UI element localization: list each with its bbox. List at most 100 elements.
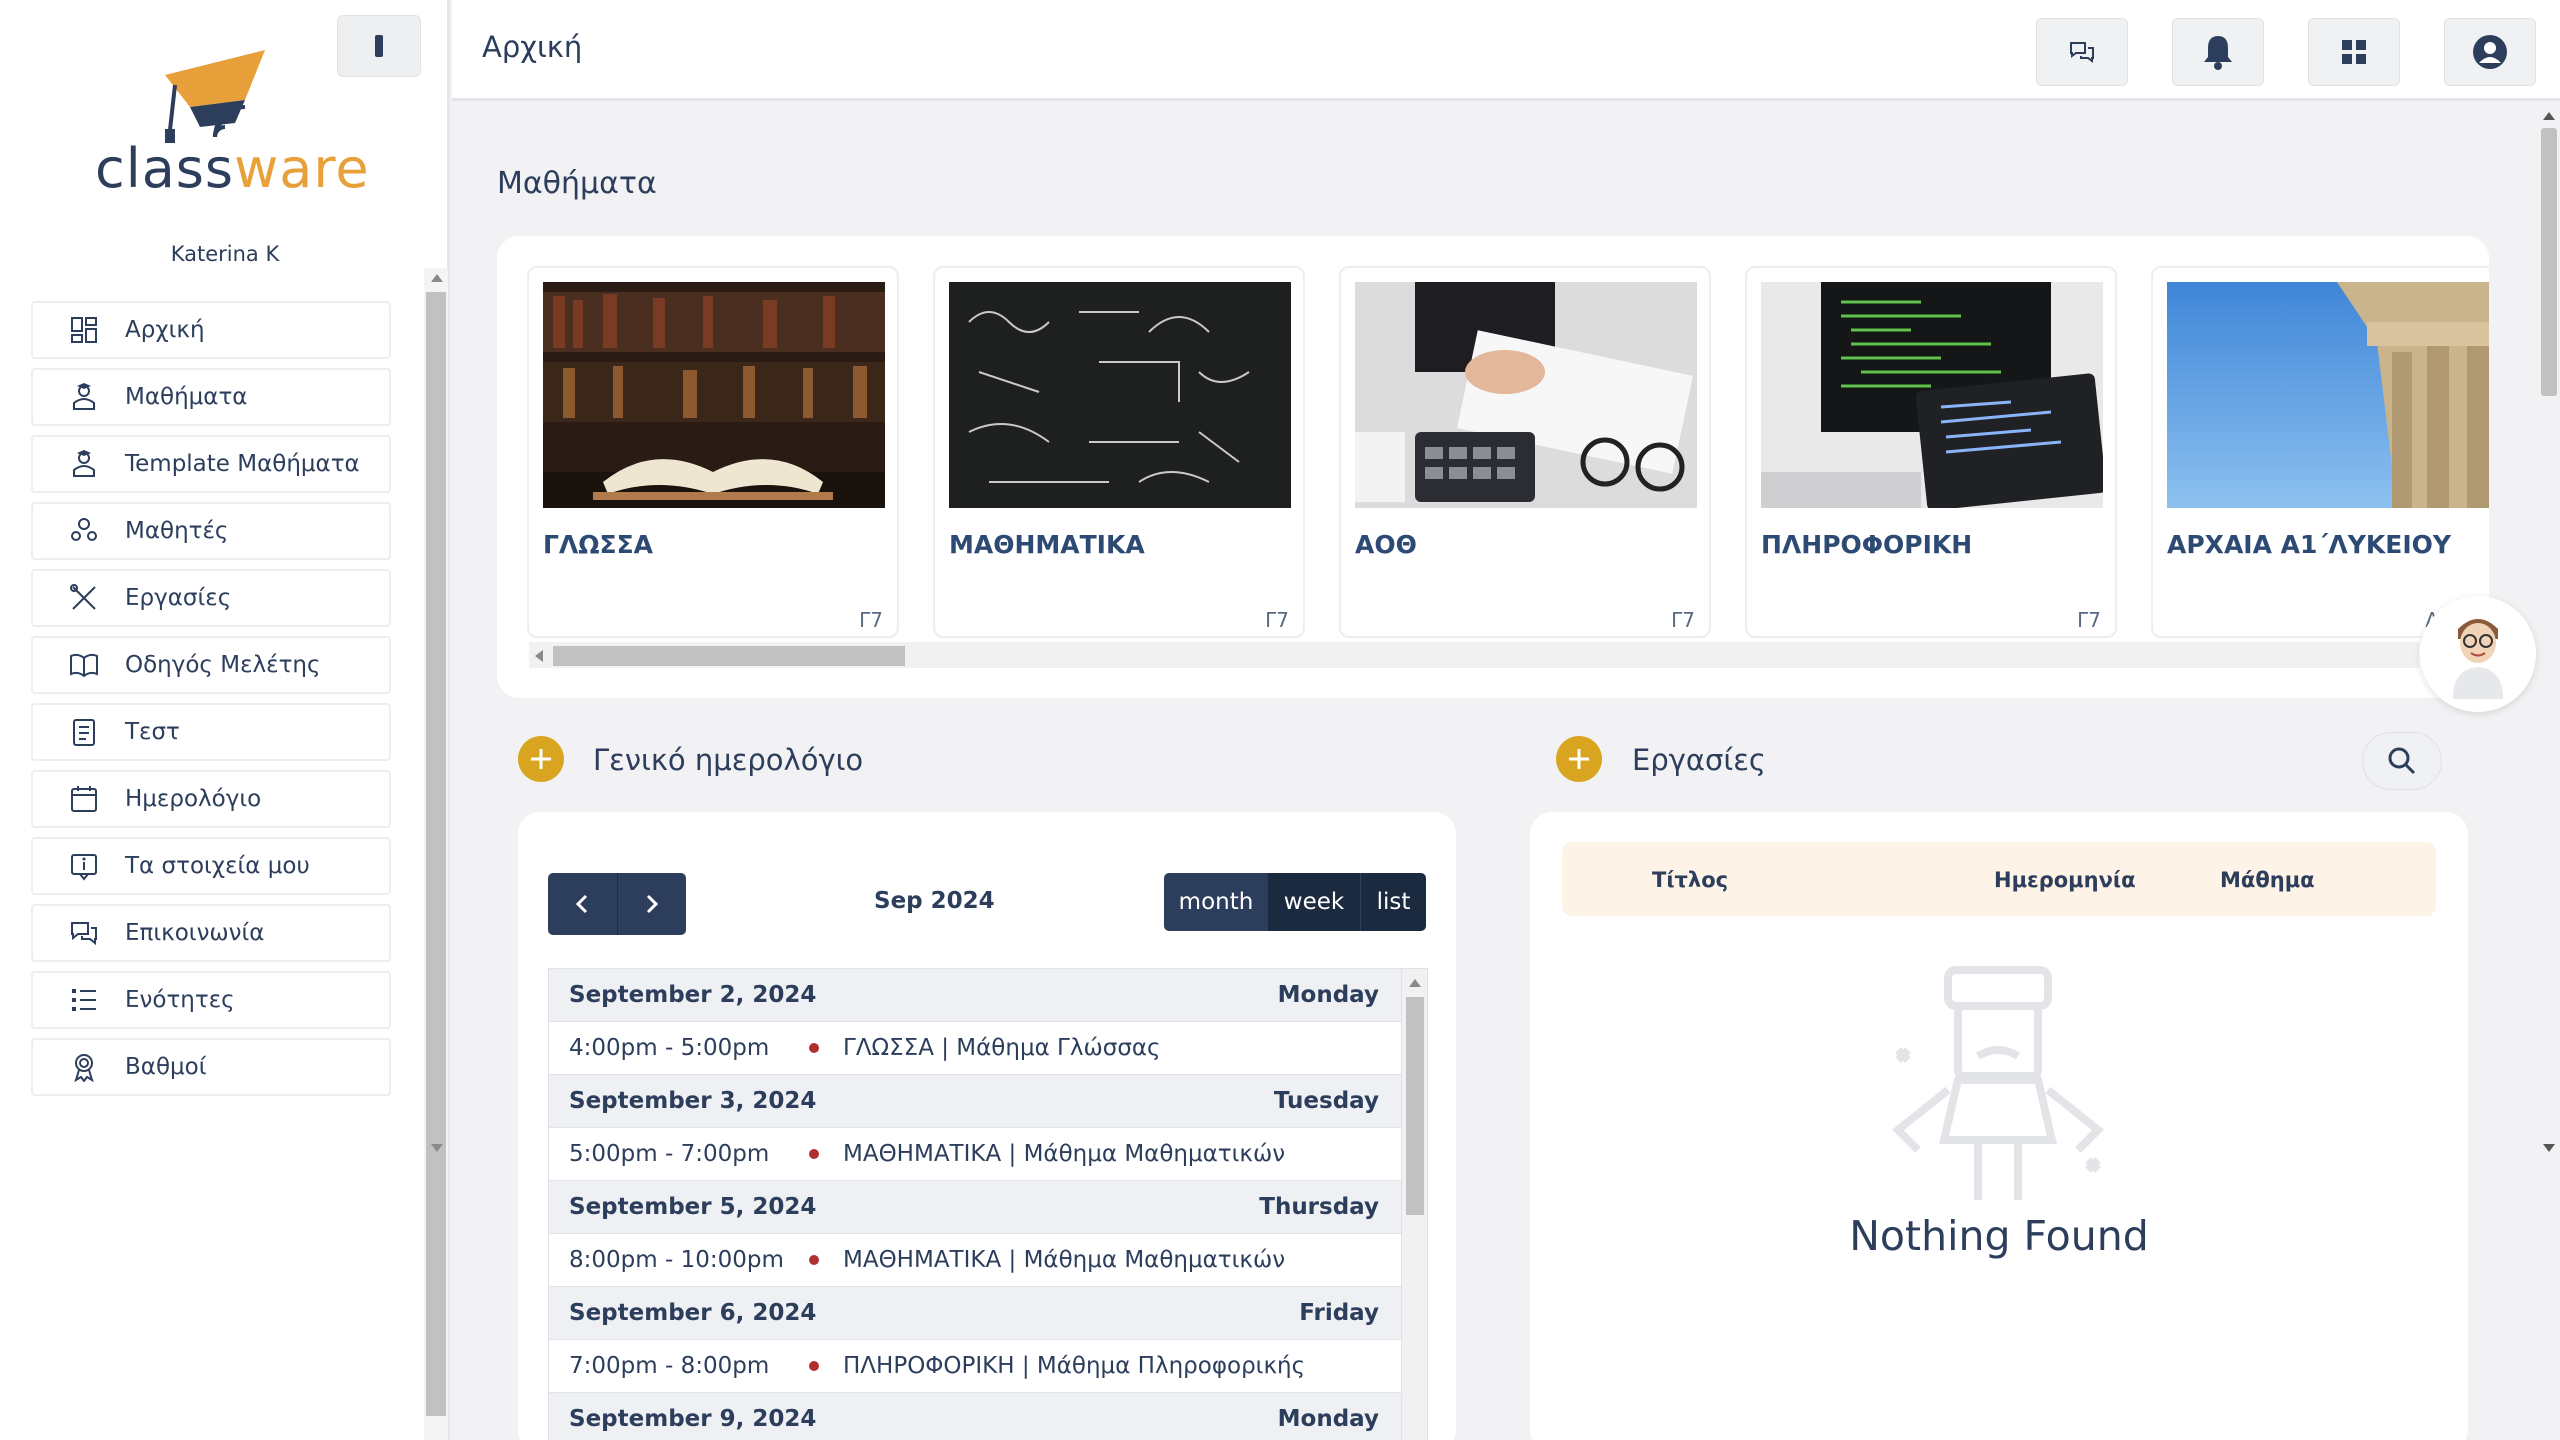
notifications-button[interactable]: [2172, 18, 2264, 86]
calendar-icon: [67, 782, 101, 816]
course-class: Γ7: [1265, 608, 1289, 632]
sidebar-item-test[interactable]: Τεστ: [31, 703, 391, 761]
calendar-panel: Sep 2024 month week list September 2, 20…: [518, 812, 1456, 1440]
teacher-icon: [67, 380, 101, 414]
sidebar-item-label: Μαθήματα: [125, 384, 248, 410]
main-scrollbar[interactable]: [2536, 104, 2560, 1440]
sidebar-item-students[interactable]: Μαθητές: [31, 502, 391, 560]
profile-button[interactable]: [2444, 18, 2536, 86]
add-task-button[interactable]: [1556, 736, 1602, 782]
sidebar-item-label: Οδηγός Μελέτης: [125, 652, 321, 678]
event-time: 7:00pm - 8:00pm: [569, 1353, 770, 1379]
sidebar-item-label: Τα στοιχεία μου: [125, 853, 310, 879]
scroll-down-icon[interactable]: [2543, 1144, 2555, 1152]
day-date: September 3, 2024: [569, 1088, 817, 1114]
sidebar-item-template-courses[interactable]: Template Μαθήματα: [31, 435, 391, 493]
day-weekday: Friday: [1299, 1300, 1379, 1326]
tools-icon: [67, 581, 101, 615]
sidebar-item-my-details[interactable]: Τα στοιχεία μου: [31, 837, 391, 895]
dashboard-icon: [67, 313, 101, 347]
calendar-scrollbar[interactable]: [1401, 969, 1427, 1440]
scroll-up-icon[interactable]: [431, 274, 443, 282]
course-card[interactable]: ΜΑΘΗΜΑΤΙΚΑ Γ7: [933, 266, 1305, 638]
sidebar-item-label: Ημερολόγιο: [125, 786, 262, 812]
assistant-avatar-button[interactable]: [2420, 596, 2536, 712]
template-icon: [67, 447, 101, 481]
tasks-search-button[interactable]: [2362, 732, 2442, 790]
apps-button[interactable]: [2308, 18, 2400, 86]
sidebar-item-home[interactable]: Αρχική: [31, 301, 391, 359]
calendar-event[interactable]: 4:00pm - 5:00pm ΓΛΩΣΣΑ | Μάθημα Γλώσσας: [549, 1022, 1427, 1075]
sidebar-item-courses[interactable]: Μαθήματα: [31, 368, 391, 426]
event-dot-icon: [809, 1361, 819, 1371]
courses-horizontal-scrollbar[interactable]: [529, 642, 2419, 668]
courses-carousel: ΓΛΩΣΣΑ Γ7 ΜΑΘΗΜΑΤΙΚΑ Γ7 ΑΟΘ Γ7 ΠΛΗΡΟΦΟΡΙ…: [497, 236, 2489, 698]
search-icon: [2388, 747, 2416, 775]
nothing-found-text: Nothing Found: [1849, 1212, 2149, 1260]
event-title: ΜΑΘΗΜΑΤΙΚΑ | Μάθημα Μαθηματικών: [843, 1247, 1286, 1273]
classware-logo[interactable]: classware: [95, 45, 369, 205]
scroll-up-icon[interactable]: [1409, 979, 1421, 987]
calendar-event[interactable]: 7:00pm - 8:00pm ΠΛΗΡΟΦΟΡΙΚΗ | Μάθημα Πληρ…: [549, 1340, 1427, 1393]
course-image-ancient-temple: [2167, 282, 2489, 508]
course-card[interactable]: ΓΛΩΣΣΑ Γ7: [527, 266, 899, 638]
scroll-up-icon[interactable]: [2543, 112, 2555, 120]
scrollbar-thumb[interactable]: [553, 646, 905, 666]
sidebar-item-grades[interactable]: Βαθμοί: [31, 1038, 391, 1096]
course-card[interactable]: ΑΡΧΑΙΑ Α1΄ΛΥΚΕΙΟΥ Α1 ΄ΛΥΚ: [2151, 266, 2489, 638]
scroll-left-icon[interactable]: [535, 650, 543, 662]
messages-button[interactable]: [2036, 18, 2128, 86]
event-dot-icon: [809, 1149, 819, 1159]
calendar-day-header: September 2, 2024 Monday: [549, 969, 1427, 1022]
calendar-view-switch: month week list: [1164, 873, 1426, 931]
view-month-button[interactable]: month: [1164, 873, 1268, 931]
sidebar-item-study-guide[interactable]: Οδηγός Μελέτης: [31, 636, 391, 694]
event-dot-icon: [809, 1255, 819, 1265]
test-icon: [67, 715, 101, 749]
sidebar-item-label: Ενότητες: [125, 987, 235, 1013]
event-time: 4:00pm - 5:00pm: [569, 1035, 770, 1061]
day-weekday: Monday: [1277, 982, 1379, 1008]
calendar-day-header: September 6, 2024 Friday: [549, 1287, 1427, 1340]
logo-text-ware: ware: [234, 137, 370, 200]
user-name: Katerina K: [170, 242, 280, 266]
course-name: ΠΛΗΡΟΦΟΡΙΚΗ: [1761, 530, 1973, 559]
calendar-event-list: September 2, 2024 Monday 4:00pm - 5:00pm Γ…: [548, 968, 1428, 1440]
course-image-books: [543, 282, 885, 508]
course-name: ΑΟΘ: [1355, 530, 1417, 559]
event-title: ΠΛΗΡΟΦΟΡΙΚΗ | Μάθημα Πληροφορικής: [843, 1353, 1306, 1379]
event-time: 5:00pm - 7:00pm: [569, 1141, 770, 1167]
logo-text-class: class: [95, 137, 235, 200]
plus-icon: [1569, 749, 1589, 769]
sidebar-scrollbar[interactable]: [424, 268, 448, 1440]
chevron-right-icon: [646, 894, 658, 914]
scroll-down-icon[interactable]: [431, 1144, 443, 1152]
event-time: 8:00pm - 10:00pm: [569, 1247, 784, 1273]
sidebar-item-assignments[interactable]: Εργασίες: [31, 569, 391, 627]
scrollbar-thumb[interactable]: [1406, 997, 1424, 1215]
tasks-title: Εργασίες: [1632, 743, 1766, 777]
sidebar-item-label: Αρχική: [125, 317, 205, 343]
calendar-title: Γενικό ημερολόγιο: [593, 743, 864, 777]
day-date: September 9, 2024: [569, 1406, 817, 1432]
scrollbar-thumb[interactable]: [2541, 128, 2557, 396]
calendar-event[interactable]: 5:00pm - 7:00pm ΜΑΘΗΜΑΤΙΚΑ | Μάθημα Μαθημ…: [549, 1128, 1427, 1181]
course-card[interactable]: ΠΛΗΡΟΦΟΡΙΚΗ Γ7: [1745, 266, 2117, 638]
view-week-button[interactable]: week: [1268, 873, 1360, 931]
sidebar-item-label: Τεστ: [125, 719, 180, 745]
course-name: ΜΑΘΗΜΑΤΙΚΑ: [949, 530, 1145, 559]
calendar-event[interactable]: 8:00pm - 10:00pm ΜΑΘΗΜΑΤΙΚΑ | Μάθημα Μαθη…: [549, 1234, 1427, 1287]
view-list-button[interactable]: list: [1360, 873, 1426, 931]
sidebar-item-communication[interactable]: Επικοινωνία: [31, 904, 391, 962]
course-card[interactable]: ΑΟΘ Γ7: [1339, 266, 1711, 638]
calendar-prev-button[interactable]: [548, 873, 618, 935]
nothing-found-illustration-icon: [1892, 966, 2104, 1200]
day-weekday: Thursday: [1259, 1194, 1379, 1220]
calendar-next-button[interactable]: [618, 873, 687, 935]
scrollbar-thumb[interactable]: [426, 292, 446, 1416]
sidebar-item-calendar[interactable]: Ημερολόγιο: [31, 770, 391, 828]
add-calendar-event-button[interactable]: [518, 736, 564, 782]
sidebar-item-units[interactable]: Ενότητες: [31, 971, 391, 1029]
sidebar-item-label: Βαθμοί: [125, 1054, 207, 1080]
column-date: Ημερομηνία: [1994, 868, 2136, 892]
